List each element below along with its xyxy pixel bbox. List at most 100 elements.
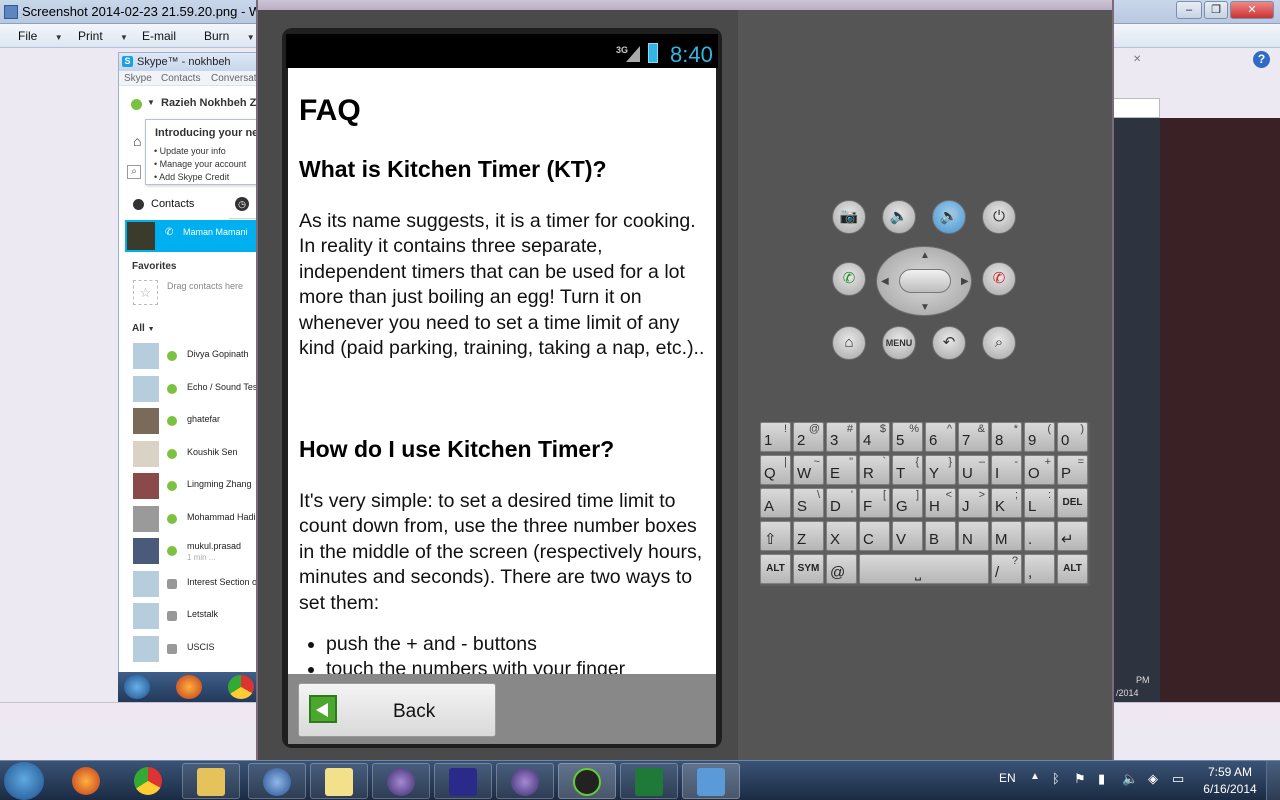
popup-item[interactable]: • Add Skype Credit xyxy=(154,172,229,182)
key-1[interactable]: 1! xyxy=(760,422,791,452)
volume-down-button[interactable]: 🔈 xyxy=(882,200,916,234)
list-item[interactable]: Echo / Sound Tes xyxy=(133,376,269,406)
key-.[interactable]: . xyxy=(1024,521,1055,551)
list-item[interactable]: Koushik Sen xyxy=(133,441,269,471)
close-button[interactable]: ✕ xyxy=(1230,1,1274,19)
all-contacts-filter[interactable]: All ▼ xyxy=(132,323,155,334)
key-comma[interactable]: , xyxy=(1024,554,1055,584)
taskbar-excel[interactable] xyxy=(620,763,678,799)
key-u[interactable]: U – xyxy=(958,455,989,485)
dpad-left-icon[interactable]: ◀ xyxy=(881,276,889,287)
key-b[interactable]: B xyxy=(925,521,956,551)
key-c[interactable]: C xyxy=(859,521,890,551)
taskbar-firefox[interactable] xyxy=(58,763,116,799)
key-a[interactable]: A xyxy=(760,488,791,518)
key-9[interactable]: 9( xyxy=(1024,422,1055,452)
skype-menu-conversations[interactable]: Conversat xyxy=(211,73,257,84)
camera-button[interactable]: 📷 xyxy=(832,200,866,234)
selected-contact-row[interactable]: ✆ Maman Mamani xyxy=(125,220,269,252)
taskbar-eclipse-1[interactable] xyxy=(372,763,430,799)
help-icon[interactable]: ? xyxy=(1253,51,1270,68)
home-icon[interactable]: ⌂ xyxy=(133,133,141,149)
volume-up-button[interactable]: 🔊 xyxy=(932,200,966,234)
maximize-button[interactable]: ❐ xyxy=(1204,1,1228,19)
key-4[interactable]: 4 $ xyxy=(859,422,890,452)
key-alt[interactable]: ALT xyxy=(760,554,791,584)
search-icon[interactable]: ⌕ xyxy=(127,165,141,179)
key-f[interactable]: F[ xyxy=(859,488,890,518)
list-item[interactable]: mukul.prasad 1 min ... xyxy=(133,538,269,568)
power-button[interactable]: ⏻ xyxy=(982,200,1016,234)
key-r[interactable]: R ` xyxy=(859,455,890,485)
skype-user-name[interactable]: Razieh Nokhbeh Z xyxy=(161,97,256,109)
taskbar-android-emulator[interactable] xyxy=(558,763,616,799)
skype-menu-skype[interactable]: Skype xyxy=(124,73,152,84)
key-alt[interactable]: ALT xyxy=(1057,554,1088,584)
minimize-button[interactable]: – xyxy=(1176,1,1202,19)
back-nav-button[interactable]: ↶ xyxy=(932,326,966,360)
search-button[interactable]: ⌕ xyxy=(982,326,1016,360)
key-p[interactable]: P = xyxy=(1057,455,1088,485)
taskbar-sticky-notes[interactable] xyxy=(310,763,368,799)
key-k[interactable]: K; xyxy=(991,488,1022,518)
key-6[interactable]: 6 ^ xyxy=(925,422,956,452)
list-item[interactable]: Lingming Zhang xyxy=(133,473,269,503)
app-screen[interactable]: FAQ What is Kitchen Timer (KT)? As its n… xyxy=(288,68,716,674)
list-item[interactable]: Interest Section o xyxy=(133,571,269,601)
recent-clock-icon[interactable]: ◷ xyxy=(235,197,249,211)
key-o[interactable]: O + xyxy=(1024,455,1055,485)
key-e[interactable]: E " xyxy=(826,455,857,485)
action-center-flag-icon[interactable]: ⚑ xyxy=(1074,771,1086,787)
popup-item[interactable]: • Manage your account xyxy=(154,159,246,169)
menu-button[interactable]: MENU xyxy=(882,326,916,360)
key-x[interactable]: X xyxy=(826,521,857,551)
key-y[interactable]: Y} xyxy=(925,455,956,485)
show-desktop-button[interactable] xyxy=(1266,761,1280,800)
key-3[interactable]: 3 # xyxy=(826,422,857,452)
taskbar-explorer[interactable] xyxy=(182,763,240,799)
key-s[interactable]: S \ xyxy=(793,488,824,518)
list-item[interactable]: Divya Gopinath xyxy=(133,343,269,373)
key-h[interactable]: H < xyxy=(925,488,956,518)
end-call-button[interactable]: ✆ xyxy=(982,262,1016,296)
key-l[interactable]: L: xyxy=(1024,488,1055,518)
key-0[interactable]: 0) xyxy=(1057,422,1088,452)
key-n[interactable]: N xyxy=(958,521,989,551)
key-del[interactable]: DEL xyxy=(1057,488,1088,518)
key-i[interactable]: I- xyxy=(991,455,1022,485)
key-w[interactable]: W ~ xyxy=(793,455,824,485)
show-hidden-icons[interactable]: ▲ xyxy=(1030,771,1040,782)
taskbar-photo-viewer[interactable] xyxy=(682,763,740,799)
key-g[interactable]: G] xyxy=(892,488,923,518)
dpad[interactable]: ▲ ▼ ◀ ▶ xyxy=(876,246,972,316)
key-shift[interactable]: ⇧ xyxy=(760,521,791,551)
tab-contacts[interactable]: Contacts xyxy=(125,193,229,219)
key-m[interactable]: M xyxy=(991,521,1022,551)
list-item[interactable]: ghatefar xyxy=(133,408,269,438)
menu-email[interactable]: E-mail xyxy=(142,29,176,43)
back-button[interactable]: Back xyxy=(298,683,496,737)
status-caret-icon[interactable]: ▼ xyxy=(147,98,155,107)
key-v[interactable]: V xyxy=(892,521,923,551)
list-item[interactable]: Mohammad Hadi xyxy=(133,506,269,536)
key-2[interactable]: 2 @ xyxy=(793,422,824,452)
key-8[interactable]: 8 * xyxy=(991,422,1022,452)
key-slash[interactable]: /? xyxy=(991,554,1022,584)
call-button[interactable]: ✆ xyxy=(832,262,866,296)
key-7[interactable]: 7 & xyxy=(958,422,989,452)
taskbar-eclipse-2[interactable] xyxy=(496,763,554,799)
key-t[interactable]: T{ xyxy=(892,455,923,485)
key-enter[interactable]: ↵ xyxy=(1057,521,1088,551)
start-button[interactable] xyxy=(4,762,44,800)
taskbar-thunderbird[interactable] xyxy=(248,763,306,799)
popup-item[interactable]: • Update your info xyxy=(154,146,226,156)
taskbar-chrome[interactable] xyxy=(120,763,178,799)
language-indicator[interactable]: EN xyxy=(999,771,1016,785)
key-d[interactable]: D ' xyxy=(826,488,857,518)
key-space[interactable]: ⎵ xyxy=(859,554,989,584)
home-button[interactable]: ⌂ xyxy=(832,326,866,360)
menu-print[interactable]: Print ▼ xyxy=(78,29,128,43)
battery-tray-icon[interactable]: ▭ xyxy=(1172,771,1184,787)
menu-file[interactable]: File ▼ xyxy=(18,29,63,43)
volume-icon[interactable]: 🔈 xyxy=(1122,771,1138,787)
